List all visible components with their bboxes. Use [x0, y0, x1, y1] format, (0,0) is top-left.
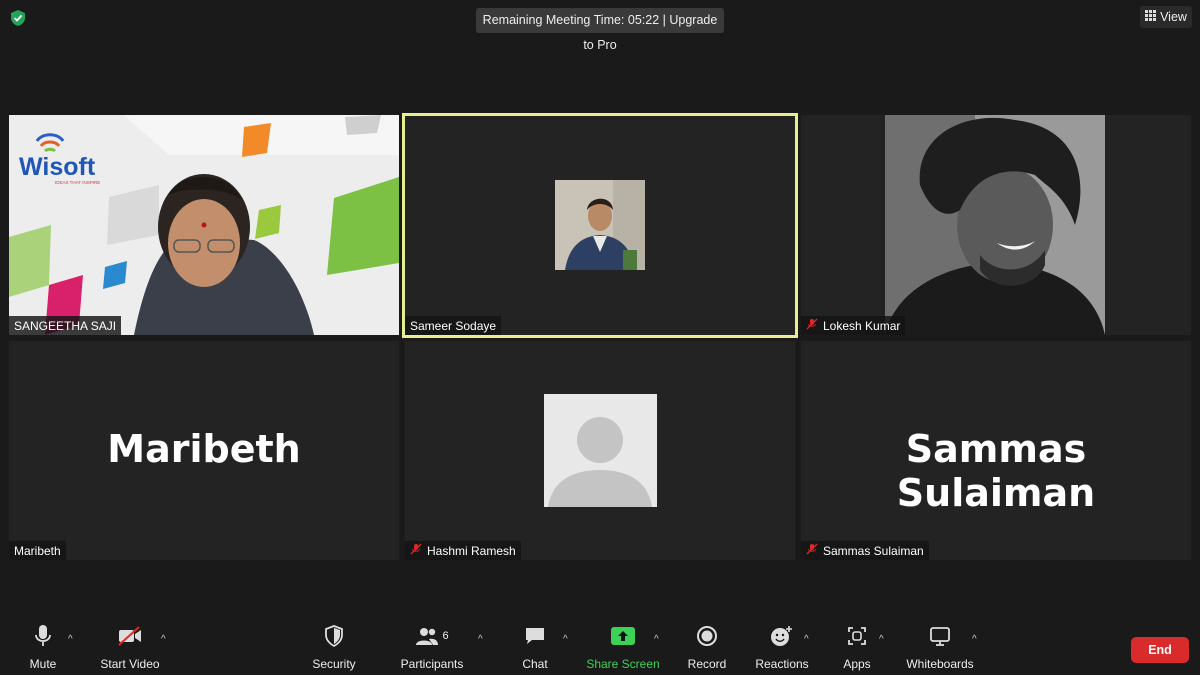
participant-name: Sameer Sodaye — [410, 318, 497, 333]
apps-icon — [847, 620, 867, 652]
default-avatar-icon — [544, 394, 657, 507]
chat-options-caret-icon[interactable]: ^ — [563, 634, 568, 645]
view-label: View — [1160, 10, 1187, 24]
chat-label: Chat — [522, 657, 548, 671]
mute-button[interactable]: Mute — [24, 620, 62, 675]
participant-name: Hashmi Ramesh — [427, 543, 516, 558]
participants-options-caret-icon[interactable]: ^ — [478, 634, 483, 645]
security-button[interactable]: Security — [308, 620, 360, 675]
share-screen-icon — [611, 620, 635, 652]
participant-avatar-lokesh — [885, 115, 1105, 335]
smiley-icon — [770, 620, 794, 652]
shield-icon — [324, 620, 344, 652]
record-button[interactable]: Record — [686, 620, 728, 675]
participant-name: SANGEETHA SAJI — [14, 318, 117, 333]
wisoft-logo-text: Wisoft — [19, 153, 96, 181]
whiteboards-options-caret-icon[interactable]: ^ — [972, 634, 977, 645]
share-screen-button[interactable]: Share Screen — [586, 620, 660, 675]
video-tile-hashmi[interactable]: Hashmi Ramesh — [405, 341, 795, 560]
whiteboards-label: Whiteboards — [906, 657, 974, 671]
apps-label: Apps — [843, 657, 871, 671]
reactions-options-caret-icon[interactable]: ^ — [804, 634, 809, 645]
share-options-caret-icon[interactable]: ^ — [654, 634, 659, 645]
video-tile-lokesh[interactable]: Lokesh Kumar — [801, 115, 1191, 335]
video-tile-sameer[interactable]: Sameer Sodaye — [402, 113, 798, 338]
video-tile-sammas[interactable]: Sammas Sulaiman Sammas Sulaiman — [801, 341, 1191, 560]
microphone-icon — [33, 620, 53, 652]
grid-icon — [1145, 6, 1157, 28]
meeting-toolbar: Mute ^ Start Video ^ Security 6 Particip… — [0, 620, 1200, 675]
mic-muted-icon — [806, 318, 818, 333]
participant-name: Lokesh Kumar — [823, 318, 901, 333]
participants-icon: 6 — [415, 620, 449, 652]
participant-avatar-sameer — [555, 180, 645, 270]
record-icon — [696, 620, 718, 652]
record-label: Record — [687, 657, 727, 671]
wisoft-tagline: IDEAS THAT INSPIRE — [55, 180, 101, 185]
participant-name-tag: Sameer Sodaye — [405, 316, 502, 335]
apps-options-caret-icon[interactable]: ^ — [879, 634, 884, 645]
encryption-shield-icon[interactable] — [9, 9, 27, 27]
share-screen-label: Share Screen — [586, 657, 660, 671]
participant-name-tag: Lokesh Kumar — [801, 316, 906, 335]
reactions-button[interactable]: Reactions — [754, 620, 810, 675]
video-tile-maribeth[interactable]: Maribeth Maribeth — [9, 341, 399, 560]
start-video-button[interactable]: Start Video — [98, 620, 162, 675]
mic-muted-icon — [410, 543, 422, 558]
participant-display-name: Maribeth — [107, 427, 301, 471]
participants-count: 6 — [442, 630, 449, 642]
participant-name: Sammas Sulaiman — [823, 543, 924, 558]
wisoft-logo: Wisoft IDEAS THAT INSPIRE — [15, 133, 115, 193]
view-button[interactable]: View — [1140, 6, 1192, 28]
reactions-label: Reactions — [755, 657, 809, 671]
chat-bubble-icon — [524, 620, 546, 652]
security-label: Security — [312, 657, 356, 671]
participant-display-name: Sammas Sulaiman — [896, 427, 1096, 515]
participant-name-tag: Hashmi Ramesh — [405, 541, 521, 560]
participant-name-tag: Maribeth — [9, 541, 66, 560]
mic-muted-icon — [806, 543, 818, 558]
participants-label: Participants — [400, 657, 464, 671]
whiteboards-button[interactable]: Whiteboards — [904, 620, 976, 675]
mute-label: Mute — [29, 657, 57, 671]
end-meeting-button[interactable]: End — [1131, 637, 1189, 663]
participant-name-tag: Sammas Sulaiman — [801, 541, 929, 560]
chat-button[interactable]: Chat — [518, 620, 552, 675]
mute-options-caret-icon[interactable]: ^ — [68, 634, 73, 645]
participants-button[interactable]: 6 Participants — [398, 620, 466, 675]
video-options-caret-icon[interactable]: ^ — [161, 634, 166, 645]
video-tile-sangeetha[interactable]: Wisoft IDEAS THAT INSPIRE SANGEETHA SAJI — [9, 115, 399, 335]
apps-button[interactable]: Apps — [840, 620, 874, 675]
start-video-label: Start Video — [100, 657, 160, 671]
video-off-icon — [117, 620, 143, 652]
meeting-timer-banner[interactable]: Remaining Meeting Time: 05:22 | Upgrade … — [476, 8, 724, 52]
participant-name: Maribeth — [14, 543, 61, 558]
whiteboard-icon — [929, 620, 951, 652]
participant-name-tag: SANGEETHA SAJI — [9, 316, 122, 335]
